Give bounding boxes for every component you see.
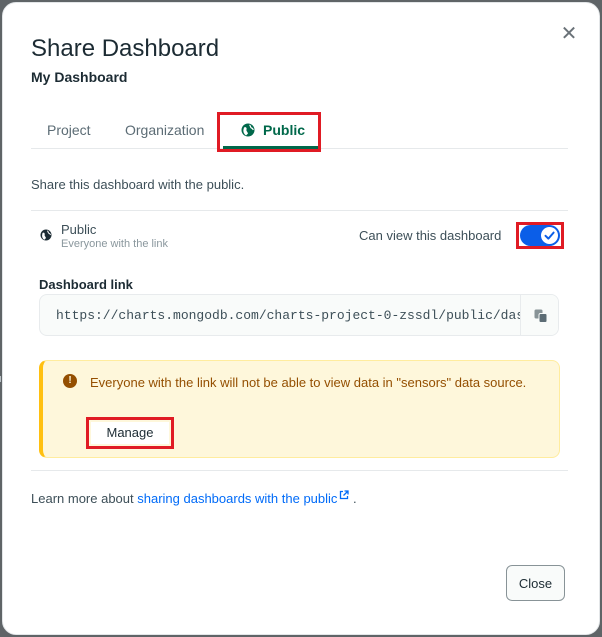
close-icon[interactable]: ✕	[559, 24, 579, 44]
learn-more-prefix: Learn more about	[31, 491, 138, 506]
warning-text: Everyone with the link will not be able …	[90, 375, 527, 390]
globe-icon	[40, 229, 52, 241]
public-description: Share this dashboard with the public.	[31, 177, 245, 192]
manage-highlight	[86, 417, 174, 449]
dashboard-link-label: Dashboard link	[39, 277, 133, 292]
backdrop-edge	[0, 376, 1, 382]
access-subtitle: Everyone with the link	[61, 238, 168, 250]
warning-icon: !	[63, 374, 77, 388]
external-link-icon[interactable]	[339, 490, 350, 500]
close-button[interactable]: Close	[506, 565, 565, 601]
copy-link-button[interactable]	[520, 295, 558, 335]
dialog-title: Share Dashboard	[31, 35, 220, 62]
learn-more-suffix: .	[349, 491, 357, 506]
toggle-highlight	[516, 222, 564, 249]
dashboard-link-url[interactable]: https://charts.mongodb.com/charts-projec…	[56, 308, 522, 323]
tab-public-highlight	[217, 112, 321, 152]
divider	[31, 470, 568, 471]
tab-project[interactable]: Project	[47, 113, 91, 149]
permission-label: Can view this dashboard	[359, 228, 502, 243]
learn-more-text: Learn more about sharing dashboards with…	[31, 490, 357, 506]
copy-icon	[534, 309, 548, 323]
tab-organization[interactable]: Organization	[125, 113, 204, 149]
dashboard-link-field[interactable]: https://charts.mongodb.com/charts-projec…	[39, 294, 559, 336]
divider	[31, 210, 568, 211]
dialog-subtitle: My Dashboard	[31, 69, 128, 85]
access-title: Public	[61, 222, 97, 237]
sharing-docs-link[interactable]: sharing dashboards with the public	[137, 491, 337, 506]
